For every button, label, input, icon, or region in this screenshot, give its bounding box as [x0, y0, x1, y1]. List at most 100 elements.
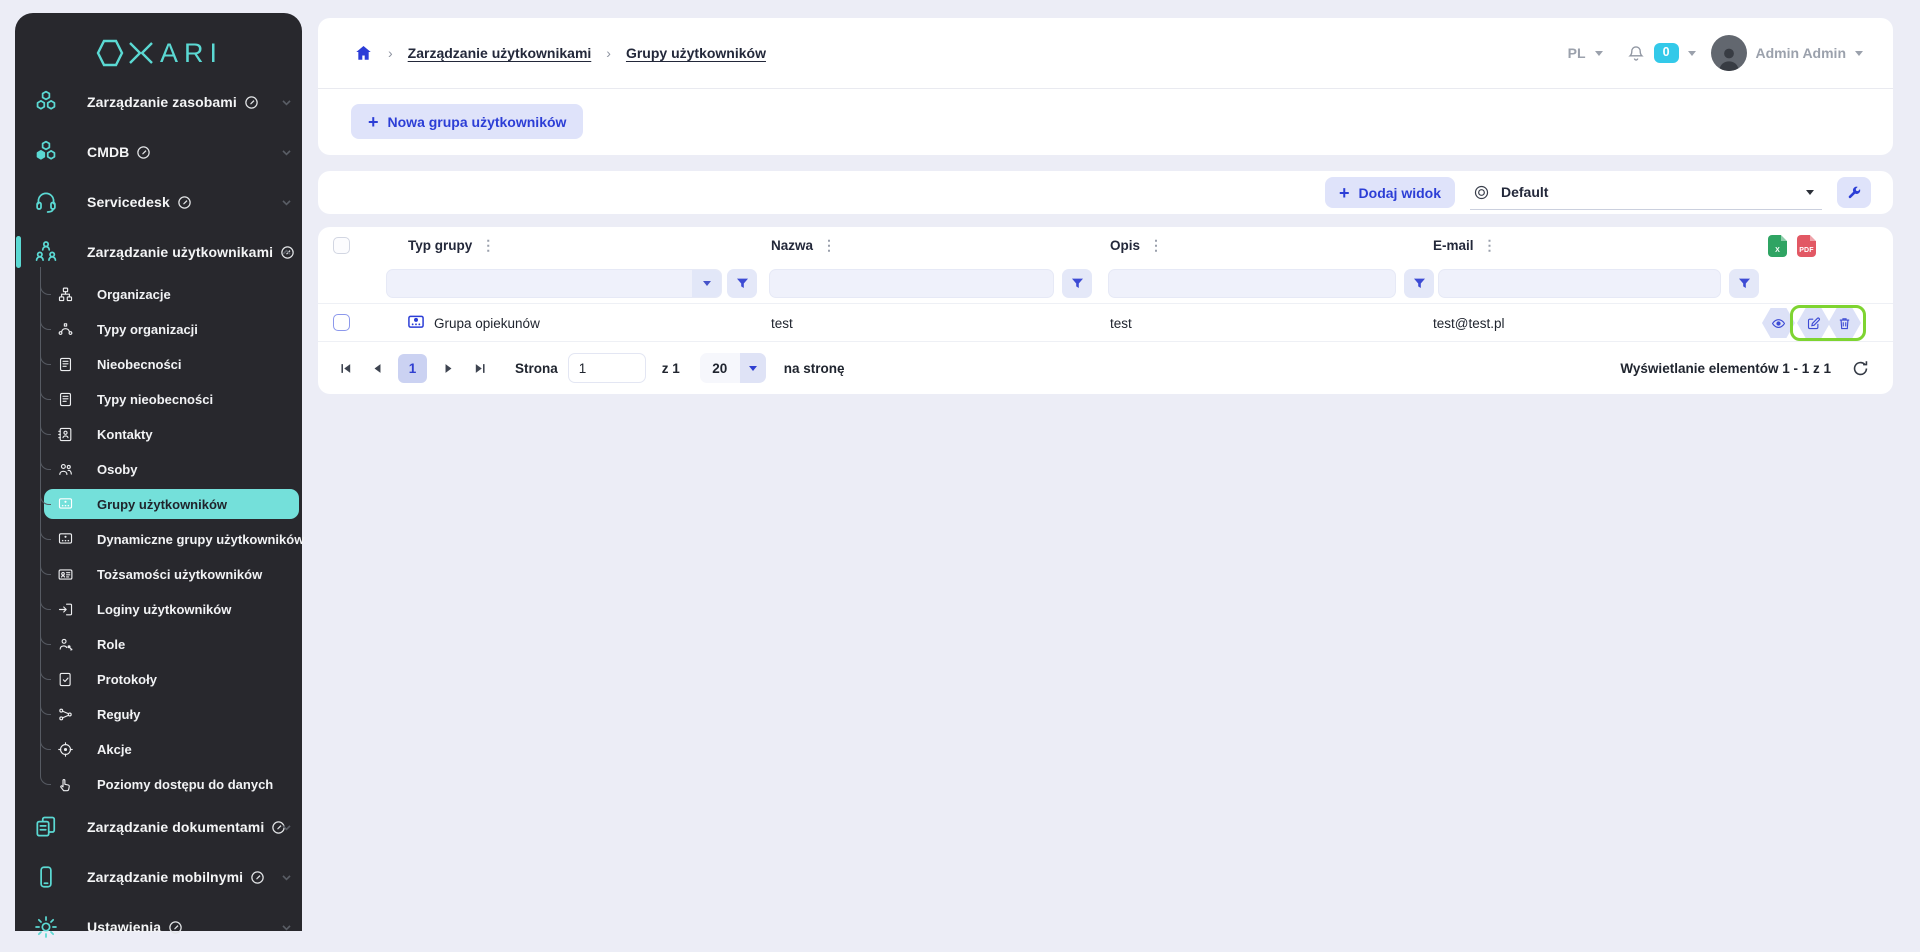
add-view-button[interactable]: + Dodaj widok [1325, 177, 1455, 208]
export-pdf-icon[interactable]: PDF [1797, 235, 1816, 257]
sidebar-item-user-identities[interactable]: Tożsamości użytkowników [15, 557, 302, 592]
funnel-icon[interactable] [1404, 269, 1434, 298]
wrench-icon[interactable] [1837, 177, 1871, 208]
tree-connector [40, 422, 51, 435]
sidebar-item-label: Typy nieobecności [97, 392, 213, 407]
sidebar-item-label: Reguły [97, 707, 140, 722]
filter-combo-typ-grupy [386, 269, 722, 298]
export-excel-icon[interactable]: X [1768, 235, 1787, 257]
bell-icon[interactable] [1627, 44, 1645, 63]
sidebar-item-label: Akcje [97, 742, 132, 757]
chevron-down-icon[interactable] [1688, 51, 1696, 56]
filter-input-typ-grupy[interactable] [387, 270, 692, 297]
mobile-icon [31, 862, 61, 892]
sidebar-item-user-groups[interactable]: Grupy użytkowników [15, 487, 302, 522]
chevron-down-icon[interactable] [1595, 51, 1603, 56]
tree-connector [40, 282, 51, 295]
sidebar-item-absences[interactable]: Nieobecności [15, 347, 302, 382]
new-user-group-button[interactable]: + Nowa grupa użytkowników [351, 104, 583, 139]
select-all-checkbox[interactable] [333, 237, 350, 254]
column-header-email[interactable]: E-mail ⋮ [1433, 227, 1497, 264]
breadcrumb: › Zarządzanie użytkownikami › Grupy użyt… [354, 44, 766, 62]
cell-typ-grupy: Grupa opiekunów [434, 304, 540, 342]
id-card-icon [56, 565, 75, 584]
sidebar-item-persons[interactable]: Osoby [15, 452, 302, 487]
sidebar-item-dynamic-user-groups[interactable]: Dynamiczne grupy użytkowników [15, 522, 302, 557]
sidebar-item-servicedesk[interactable]: Servicedesk [15, 177, 302, 227]
role-icon [56, 635, 75, 654]
sidebar-item-mobile-management[interactable]: Zarządzanie mobilnymi [15, 852, 302, 902]
funnel-icon[interactable] [1062, 269, 1092, 298]
language-selector[interactable]: PL [1568, 45, 1586, 61]
chevron-down-icon[interactable] [280, 821, 293, 834]
filter-input-nazwa[interactable] [770, 270, 1053, 297]
table-header-row: Typ grupy ⋮ Nazwa ⋮ Opis ⋮ E-mail ⋮ X PD… [318, 227, 1893, 264]
chevron-down-icon[interactable] [280, 871, 293, 884]
column-header-nazwa[interactable]: Nazwa ⋮ [771, 227, 836, 264]
sidebar-item-absence-types[interactable]: Typy nieobecności [15, 382, 302, 417]
sidebar-item-organization-types[interactable]: Typy organizacji [15, 312, 302, 347]
sidebar-item-assets[interactable]: Zarządzanie zasobami [15, 77, 302, 127]
page-size-select[interactable]: 20 [700, 353, 766, 383]
filter-input-opis[interactable] [1109, 270, 1395, 297]
brand-logo[interactable]: ARI [15, 13, 302, 77]
first-page-icon[interactable] [334, 357, 356, 379]
delete-row-button[interactable] [1828, 308, 1861, 338]
sidebar-item-actions[interactable]: Akcje [15, 732, 302, 767]
breadcrumb-separator: › [606, 45, 611, 61]
sidebar-item-user-logins[interactable]: Loginy użytkowników [15, 592, 302, 627]
table-row[interactable]: Grupa opiekunów test test test@test.pl [318, 303, 1893, 341]
filter-dropdown-toggle[interactable] [692, 270, 721, 297]
tree-connector [40, 667, 51, 680]
chevron-down-icon[interactable] [280, 921, 293, 934]
tree-connector [40, 737, 51, 750]
contact-card-icon [56, 425, 75, 444]
chevron-down-icon[interactable] [1855, 51, 1863, 56]
sidebar-item-rules[interactable]: Reguły [15, 697, 302, 732]
sidebar-item-document-management[interactable]: Zarządzanie dokumentami [15, 802, 302, 852]
sidebar-item-data-access-levels[interactable]: Poziomy dostępu do danych [15, 767, 302, 802]
column-menu-icon[interactable]: ⋮ [1483, 237, 1497, 254]
column-header-typ-grupy[interactable]: Typ grupy ⋮ [408, 227, 495, 264]
column-menu-icon[interactable]: ⋮ [822, 237, 836, 254]
row-checkbox[interactable] [333, 314, 350, 331]
notification-badge[interactable]: 0 [1654, 43, 1679, 63]
funnel-icon[interactable] [1729, 269, 1759, 298]
user-menu[interactable]: Admin Admin [1756, 45, 1846, 61]
avatar[interactable] [1711, 35, 1747, 71]
sidebar-item-cmdb[interactable]: CMDB [15, 127, 302, 177]
bezier-nodes-icon [56, 320, 75, 339]
breadcrumb-link-user-management[interactable]: Zarządzanie użytkownikami [408, 45, 592, 61]
column-menu-icon[interactable]: ⋮ [1149, 237, 1163, 254]
funnel-icon[interactable] [727, 269, 757, 298]
edit-row-button[interactable] [1797, 308, 1830, 338]
page-number-button[interactable]: 1 [398, 354, 427, 383]
breadcrumb-link-user-groups[interactable]: Grupy użytkowników [626, 45, 766, 61]
chevron-down-icon[interactable] [280, 96, 293, 109]
sidebar-item-contacts[interactable]: Kontakty [15, 417, 302, 452]
chevron-down-icon[interactable] [280, 196, 293, 209]
sidebar-item-organizations[interactable]: Organizacje [15, 277, 302, 312]
refresh-icon[interactable] [1849, 357, 1871, 379]
column-header-opis[interactable]: Opis ⋮ [1110, 227, 1163, 264]
sidebar-item-settings[interactable]: Ustawienia [15, 902, 302, 952]
chevron-up-icon[interactable] [280, 246, 293, 259]
sidebar-item-user-management[interactable]: Zarządzanie użytkownikami [15, 227, 302, 277]
column-menu-icon[interactable]: ⋮ [481, 237, 495, 254]
chevron-down-icon[interactable] [280, 146, 293, 159]
hand-pointer-icon [56, 775, 75, 794]
next-page-icon[interactable] [437, 357, 459, 379]
view-row-button[interactable] [1762, 308, 1795, 338]
view-selector[interactable]: Default [1470, 176, 1822, 210]
login-icon [56, 600, 75, 619]
last-page-icon[interactable] [469, 357, 491, 379]
home-icon[interactable] [354, 44, 373, 62]
sidebar-item-label: Loginy użytkowników [97, 602, 231, 617]
screen-users-icon [406, 313, 426, 333]
sidebar-item-roles[interactable]: Role [15, 627, 302, 662]
sidebar-item-protocols[interactable]: Protokoły [15, 662, 302, 697]
page-number-input[interactable] [568, 353, 646, 383]
filter-input-email[interactable] [1439, 270, 1720, 297]
per-page-label: na stronę [784, 361, 845, 376]
previous-page-icon[interactable] [366, 357, 388, 379]
